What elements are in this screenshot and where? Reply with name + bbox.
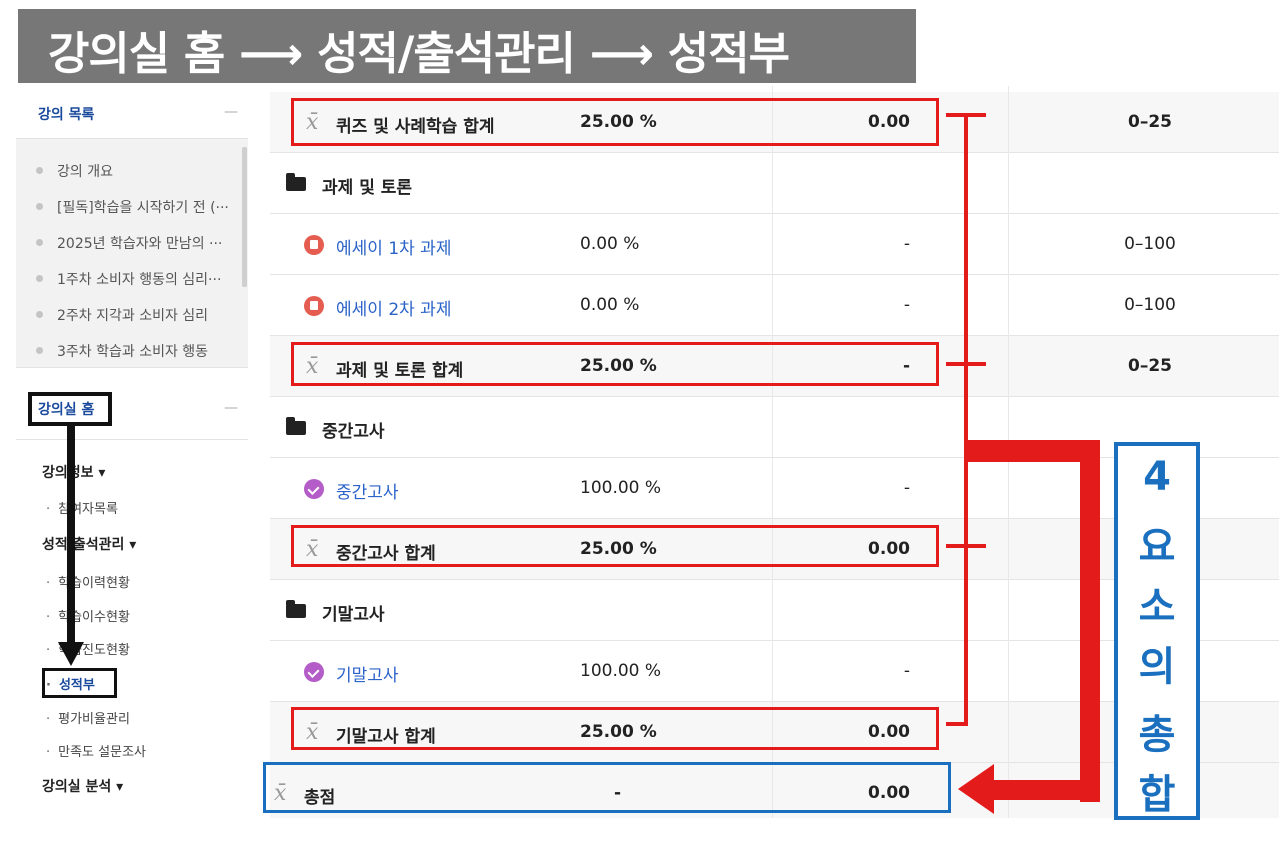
menu-item-eval-ratio[interactable]: 평가비율관리 — [46, 708, 130, 727]
bracket-tick — [946, 113, 986, 117]
folder-icon — [286, 173, 306, 191]
highlight-home-box — [28, 392, 112, 426]
grade-item-link[interactable]: 에세이 2차 과제 — [336, 295, 451, 320]
title-banner: 강의실 홈 ⟶ 성적/출석관리 ⟶ 성적부 — [18, 9, 916, 83]
bracket-tick — [946, 722, 968, 726]
grade-cell: - — [903, 234, 910, 254]
connector-bottom — [990, 780, 1100, 800]
course-item[interactable]: 2주차 지각과 소비자 심리 — [36, 305, 246, 335]
down-arrow-head-icon — [58, 642, 84, 666]
course-item[interactable]: 강의 개요 — [36, 161, 246, 191]
table-row: 에세이 2차 과제 0.00 % - 0–100 — [270, 275, 1279, 336]
weight-cell: 0.00 % — [580, 234, 640, 254]
highlight-gradebook-box — [42, 668, 117, 698]
course-list-header[interactable]: 강의 목록 — — [16, 86, 248, 138]
course-list: 강의 개요 [필독]학습을 시작하기 전 (··· 2025년 학습자와 만남의… — [16, 138, 248, 368]
annotation-char: 의 — [1138, 644, 1176, 690]
table-row: 에세이 1차 과제 0.00 % - 0–100 — [270, 214, 1279, 275]
range-cell: 0–25 — [1128, 356, 1172, 376]
course-list-title: 강의 목록 — [38, 107, 95, 123]
menu-section-grade-attendance[interactable]: 성적/출석관리 ▾ — [42, 534, 136, 554]
assignment-icon — [304, 296, 324, 316]
range-cell: 0–100 — [1124, 295, 1176, 315]
connector-vertical — [1080, 440, 1100, 802]
sidebar: 강의 목록 — 강의 개요 [필독]학습을 시작하기 전 (··· 2025년 … — [16, 86, 248, 818]
menu-item-participants[interactable]: 참여자목록 — [46, 498, 118, 517]
course-item[interactable]: 3주차 학습과 소비자 행동 — [36, 341, 246, 371]
menu-item-learning-history[interactable]: 학습이력현황 — [46, 572, 130, 591]
range-cell: 0–100 — [1124, 234, 1176, 254]
highlight-quiz-total — [291, 98, 939, 146]
bracket-tick — [946, 544, 986, 548]
collapse-icon[interactable]: — — [224, 400, 238, 416]
weight-cell: 100.00 % — [580, 478, 662, 498]
annotation-char: 총 — [1138, 712, 1176, 758]
annotation-label-box: 4 요 소 의 총 합 — [1114, 442, 1200, 820]
category-name: 기말고사 — [322, 605, 385, 625]
folder-icon — [286, 600, 306, 618]
scrollbar[interactable] — [242, 147, 247, 287]
course-item[interactable]: 2025년 학습자와 만남의 ··· — [36, 233, 246, 263]
menu-item-survey[interactable]: 만족도 설문조사 — [46, 741, 146, 760]
grade-item-link[interactable]: 기말고사 — [336, 661, 399, 686]
highlight-course-total — [263, 762, 951, 813]
folder-icon — [286, 417, 306, 435]
weight-cell: 0.00 % — [580, 295, 640, 315]
quiz-icon — [304, 479, 324, 499]
menu-item-completion[interactable]: 학습이수현황 — [46, 606, 130, 625]
menu-section-analysis[interactable]: 강의실 분석 ▾ — [42, 776, 123, 796]
assignment-icon — [304, 235, 324, 255]
annotation-char: 4 — [1143, 454, 1171, 500]
left-arrow-icon — [958, 764, 994, 814]
highlight-assign-total — [291, 342, 939, 386]
grade-cell: - — [903, 661, 910, 681]
category-name: 중간고사 — [322, 422, 385, 442]
course-item[interactable]: 1주차 소비자 행동의 심리··· — [36, 269, 246, 299]
weight-cell: 100.00 % — [580, 661, 662, 681]
quiz-icon — [304, 662, 324, 682]
table-row: 과제 및 토론 — [270, 153, 1279, 214]
collapse-icon[interactable]: — — [224, 104, 238, 120]
grade-cell: - — [903, 478, 910, 498]
bracket-tick — [946, 362, 986, 366]
annotation-char: 요 — [1138, 524, 1176, 570]
banner-title: 강의실 홈 ⟶ 성적/출석관리 ⟶ 성적부 — [48, 27, 790, 80]
grade-item-link[interactable]: 중간고사 — [336, 478, 399, 503]
annotation-char: 소 — [1138, 584, 1176, 630]
category-name: 과제 및 토론 — [322, 178, 413, 198]
annotation-char: 합 — [1138, 772, 1176, 818]
grade-item-link[interactable]: 에세이 1차 과제 — [336, 234, 451, 259]
course-item[interactable]: [필독]학습을 시작하기 전 (··· — [36, 197, 246, 227]
grade-cell: - — [903, 295, 910, 315]
highlight-midterm-total — [291, 525, 939, 567]
bracket-line — [964, 113, 968, 725]
down-arrow-icon — [67, 426, 75, 646]
range-cell: 0–25 — [1128, 112, 1172, 132]
highlight-final-total — [291, 707, 939, 750]
